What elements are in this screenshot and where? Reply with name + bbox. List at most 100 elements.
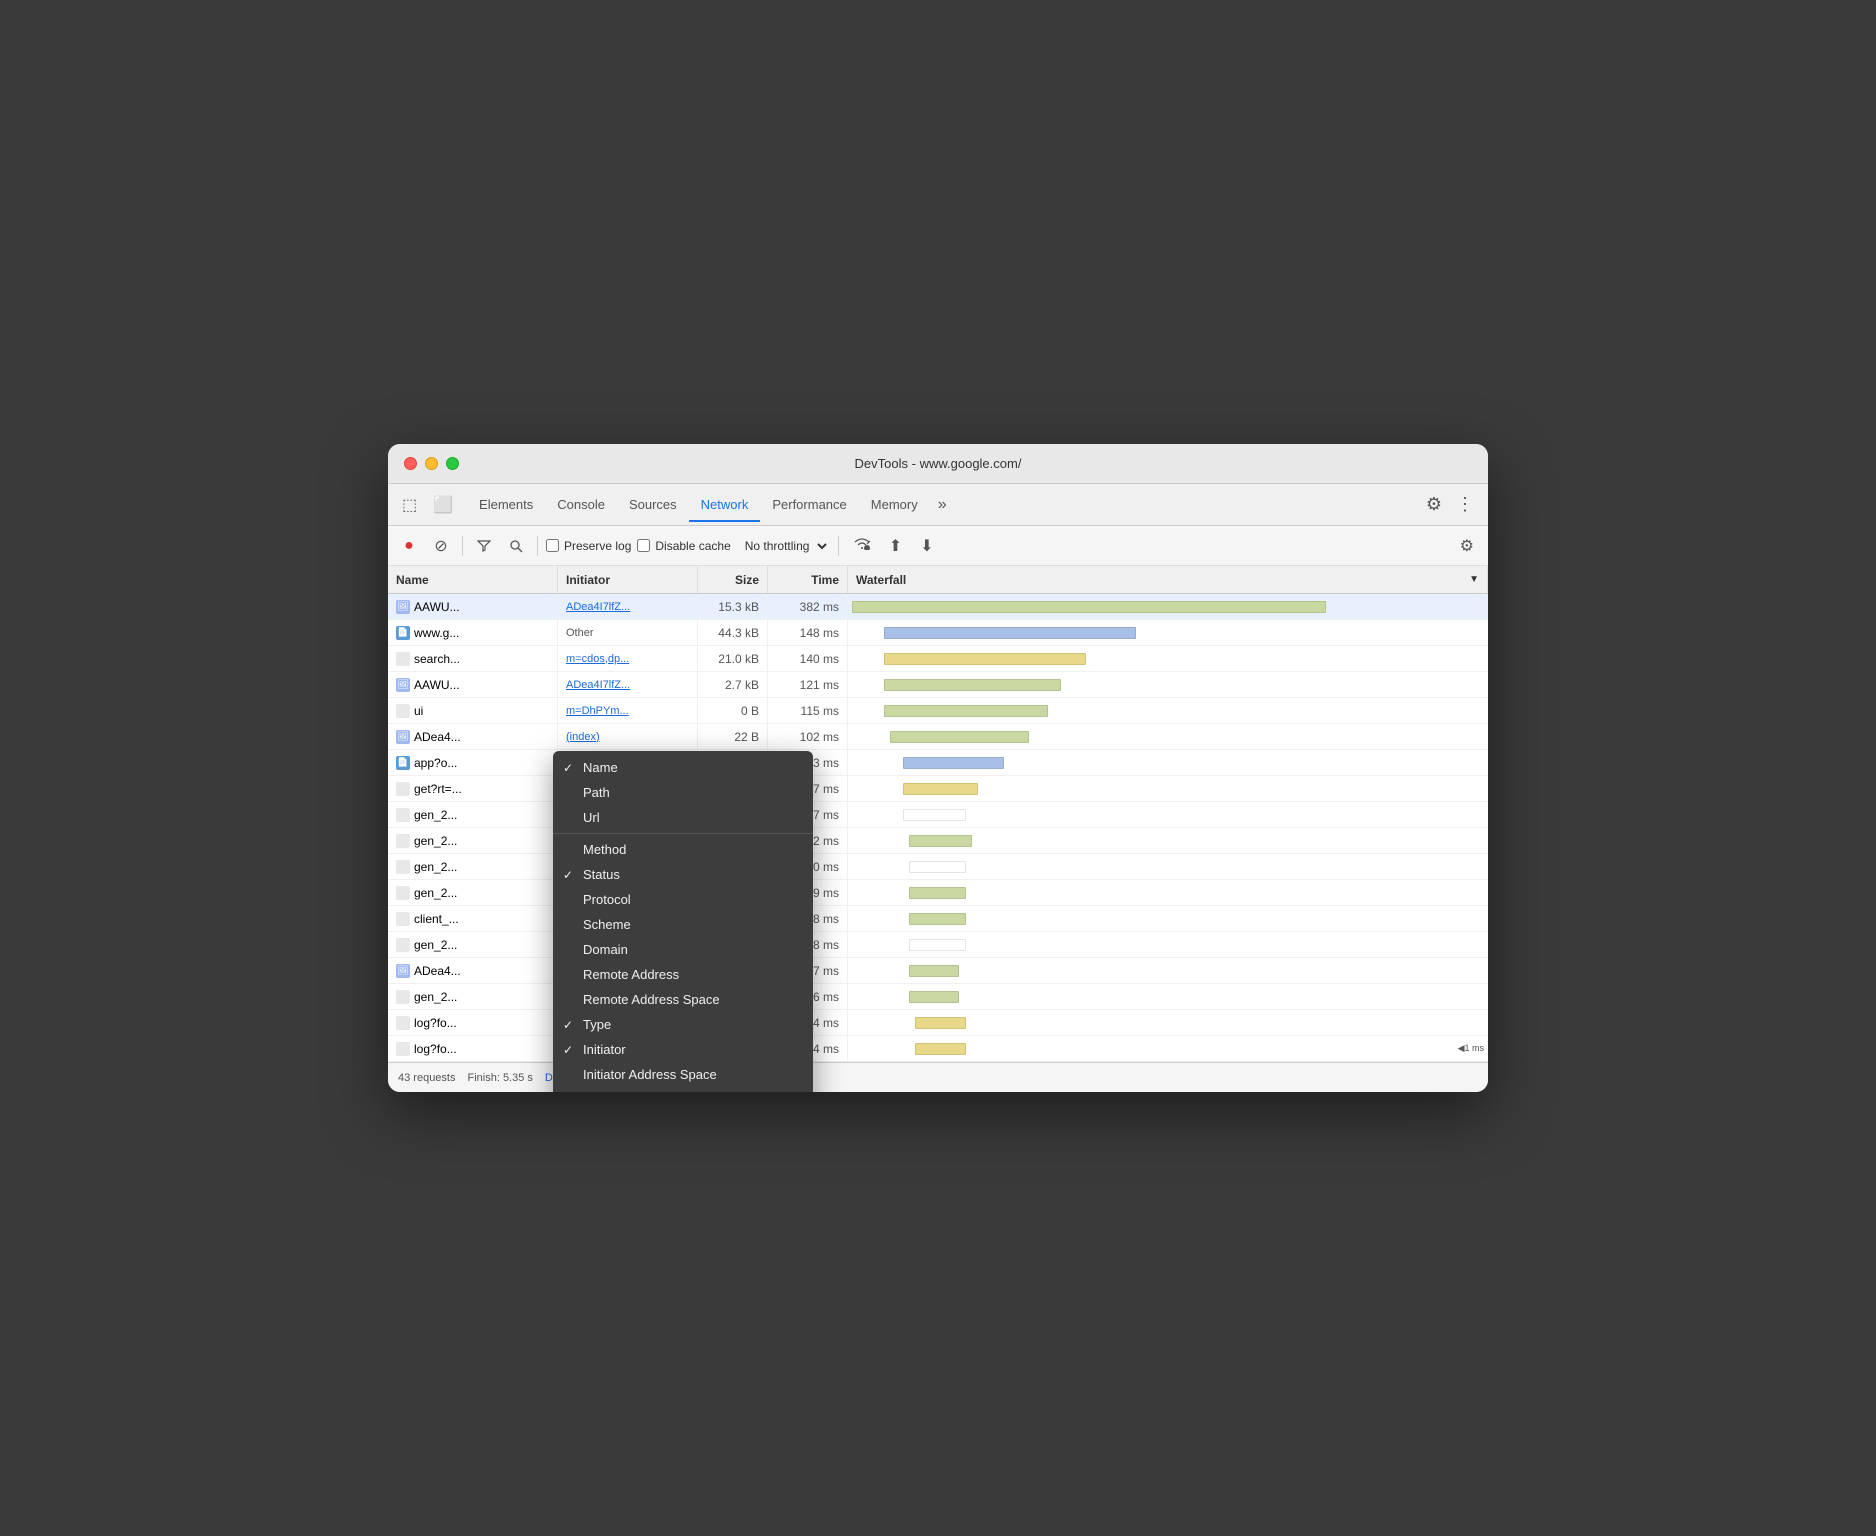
td-time: 140 ms xyxy=(768,646,848,671)
tab-more[interactable]: » xyxy=(930,492,955,518)
network-settings-icon[interactable]: ⚙ xyxy=(1454,534,1480,558)
td-time: 148 ms xyxy=(768,620,848,645)
row-name-text: gen_2... xyxy=(414,808,457,822)
row-type-icon: 📄 xyxy=(396,756,410,770)
row-name-text: gen_2... xyxy=(414,938,457,952)
maximize-button[interactable] xyxy=(446,457,459,470)
table-row[interactable]: 🖼AAWU...ADea4I7lfZ...15.3 kB382 ms xyxy=(388,594,1488,620)
context-menu-overlay: NamePathUrl MethodStatusProtocolSchemeDom… xyxy=(553,751,813,1092)
td-waterfall xyxy=(848,1010,1488,1035)
menu-item-url[interactable]: Url xyxy=(553,805,813,830)
th-name[interactable]: Name xyxy=(388,566,558,593)
network-toolbar: ● ⊘ Preserve log Disable cache No thrott… xyxy=(388,526,1488,566)
menu-item-path[interactable]: Path xyxy=(553,780,813,805)
menu-item-method[interactable]: Method xyxy=(553,837,813,862)
menu-item-remote-address-space[interactable]: Remote Address Space xyxy=(553,987,813,1012)
throttle-select[interactable]: No throttling xyxy=(737,536,830,556)
menu-item-initiator-address-space[interactable]: Initiator Address Space xyxy=(553,1062,813,1087)
preserve-log-label[interactable]: Preserve log xyxy=(546,539,631,553)
tab-memory[interactable]: Memory xyxy=(859,489,930,522)
table-row[interactable]: 📄www.g...Other44.3 kB148 ms xyxy=(388,620,1488,646)
window-title: DevTools - www.google.com/ xyxy=(855,456,1022,471)
row-type-icon: 🖼 xyxy=(396,600,410,614)
close-button[interactable] xyxy=(404,457,417,470)
menu-item-scheme[interactable]: Scheme xyxy=(553,912,813,937)
td-waterfall xyxy=(848,594,1488,619)
row-name-text: app?o... xyxy=(414,756,457,770)
td-waterfall xyxy=(848,828,1488,853)
settings-icon[interactable]: ⚙ xyxy=(1418,490,1450,519)
waterfall-dropdown-icon[interactable]: ▼ xyxy=(1469,574,1479,585)
td-initiator: ADea4I7lfZ... xyxy=(558,594,698,619)
menu-item-type[interactable]: Type xyxy=(553,1012,813,1037)
menu-item-domain[interactable]: Domain xyxy=(553,937,813,962)
more-options-icon[interactable]: ⋮ xyxy=(1450,490,1480,519)
menu-item-status[interactable]: Status xyxy=(553,862,813,887)
tab-performance[interactable]: Performance xyxy=(760,489,858,522)
td-size: 0 B xyxy=(698,698,768,723)
finish-time: Finish: 5.35 s xyxy=(467,1072,532,1084)
download-icon[interactable]: ⬇ xyxy=(914,534,939,558)
disable-cache-label[interactable]: Disable cache xyxy=(637,539,730,553)
row-type-icon: 🖼 xyxy=(396,730,410,744)
td-size: 15.3 kB xyxy=(698,594,768,619)
search-button[interactable] xyxy=(503,533,529,559)
td-name: get?rt=... xyxy=(388,776,558,801)
menu-item-remote-address[interactable]: Remote Address xyxy=(553,962,813,987)
td-time: 121 ms xyxy=(768,672,848,697)
filter-icon xyxy=(477,539,491,553)
filter-button[interactable] xyxy=(471,533,497,559)
tab-console[interactable]: Console xyxy=(545,489,617,522)
wifi-icon[interactable] xyxy=(847,534,877,557)
td-waterfall xyxy=(848,802,1488,827)
td-size: 21.0 kB xyxy=(698,646,768,671)
context-menu: NamePathUrl MethodStatusProtocolSchemeDom… xyxy=(553,751,813,1092)
minimize-button[interactable] xyxy=(425,457,438,470)
row-type-icon xyxy=(396,704,410,718)
preserve-log-checkbox[interactable] xyxy=(546,539,559,552)
td-waterfall xyxy=(848,646,1488,671)
upload-icon[interactable]: ⬆ xyxy=(883,534,908,558)
tab-sources[interactable]: Sources xyxy=(617,489,689,522)
menu-item-initiator[interactable]: Initiator xyxy=(553,1037,813,1062)
td-initiator: (index) xyxy=(558,724,698,749)
th-size[interactable]: Size xyxy=(698,566,768,593)
td-initiator: m=DhPYm... xyxy=(558,698,698,723)
td-time: 115 ms xyxy=(768,698,848,723)
td-name: client_... xyxy=(388,906,558,931)
th-initiator[interactable]: Initiator xyxy=(558,566,698,593)
td-name: 📄 app?o... xyxy=(388,750,558,775)
devtools-tabs: ⬚ ⬜ Elements Console Sources Network Per… xyxy=(388,484,1488,526)
th-waterfall[interactable]: Waterfall ▼ xyxy=(848,566,1488,593)
table-row[interactable]: uim=DhPYm...0 B115 ms xyxy=(388,698,1488,724)
disable-cache-checkbox[interactable] xyxy=(637,539,650,552)
stop-button[interactable]: ⊘ xyxy=(428,533,454,559)
device-icon[interactable]: ⬜ xyxy=(427,491,459,519)
menu-item-cookies[interactable]: Cookies xyxy=(553,1087,813,1092)
preserve-log-text: Preserve log xyxy=(564,539,631,553)
menu-item-name[interactable]: Name xyxy=(553,755,813,780)
tab-network[interactable]: Network xyxy=(689,489,761,522)
td-waterfall: ◀1 ms xyxy=(848,1036,1488,1061)
th-time[interactable]: Time xyxy=(768,566,848,593)
td-name: gen_2... xyxy=(388,932,558,957)
row-name-text: get?rt=... xyxy=(414,782,462,796)
table-row[interactable]: 🖼AAWU...ADea4I7lfZ...2.7 kB121 ms xyxy=(388,672,1488,698)
table-row[interactable]: 🖼ADea4...(index)22 B102 ms xyxy=(388,724,1488,750)
network-conditions-icon xyxy=(853,536,871,550)
td-name: gen_2... xyxy=(388,802,558,827)
titlebar: DevTools - www.google.com/ xyxy=(388,444,1488,484)
row-name-text: gen_2... xyxy=(414,886,457,900)
row-name-text: client_... xyxy=(414,912,459,926)
record-button[interactable]: ● xyxy=(396,533,422,559)
table-row[interactable]: search...m=cdos,dp...21.0 kB140 ms xyxy=(388,646,1488,672)
tab-icons: ⬚ ⬜ xyxy=(396,491,459,519)
tab-elements[interactable]: Elements xyxy=(467,489,545,522)
row-type-icon xyxy=(396,912,410,926)
td-size: 44.3 kB xyxy=(698,620,768,645)
devtools-main: Name Initiator Size Time Waterfall ▼ 🖼AA… xyxy=(388,566,1488,1092)
td-name: gen_2... xyxy=(388,984,558,1009)
cursor-icon[interactable]: ⬚ xyxy=(396,491,423,519)
menu-item-protocol[interactable]: Protocol xyxy=(553,887,813,912)
row-name-text: search... xyxy=(414,652,460,666)
